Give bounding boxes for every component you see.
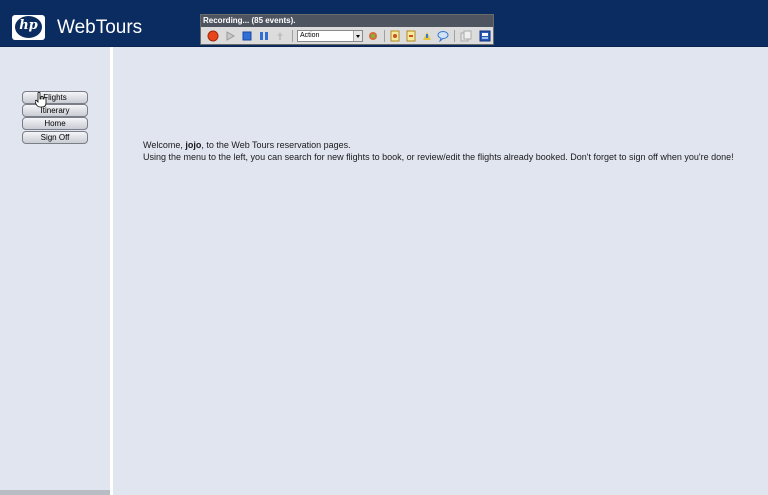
insert-icon[interactable] bbox=[274, 30, 286, 42]
welcome-message: Welcome, jojo, to the Web Tours reservat… bbox=[143, 139, 763, 163]
welcome-suffix: , to the Web Tours reservation pages. bbox=[201, 140, 351, 150]
insert-action-icon[interactable] bbox=[367, 30, 379, 42]
toolbar-separator bbox=[292, 30, 293, 42]
stop-icon[interactable] bbox=[241, 30, 253, 42]
record-icon[interactable] bbox=[207, 30, 219, 42]
recording-toolbar-buttons: Action bbox=[201, 28, 493, 45]
username: jojo bbox=[185, 140, 202, 150]
chevron-down-icon[interactable] bbox=[353, 31, 362, 41]
section-select-value: Action bbox=[300, 32, 320, 39]
nav-sign-off-button[interactable]: Sign Off bbox=[22, 131, 88, 144]
new-action-icon[interactable] bbox=[389, 30, 401, 42]
nav-flights-button[interactable]: Flights bbox=[22, 91, 88, 104]
navigation-sidebar: Flights Itinerary Home Sign Off bbox=[0, 47, 110, 495]
nav-home-button[interactable]: Home bbox=[22, 117, 88, 130]
comment-icon[interactable] bbox=[437, 30, 449, 42]
app-title: WebTours bbox=[57, 17, 143, 38]
settings-icon[interactable] bbox=[479, 30, 491, 42]
frame-divider[interactable] bbox=[110, 47, 113, 495]
end-transaction-icon[interactable] bbox=[421, 30, 433, 42]
welcome-prefix: Welcome, bbox=[143, 140, 186, 150]
play-icon[interactable] bbox=[224, 30, 236, 42]
section-select[interactable]: Action bbox=[297, 30, 363, 42]
instructions-text: Using the menu to the left, you can sear… bbox=[143, 152, 734, 162]
toolbar-separator bbox=[454, 30, 455, 42]
hp-logo: hp bbox=[12, 15, 45, 40]
welcome-line: Welcome, jojo, to the Web Tours reservat… bbox=[143, 139, 763, 151]
hand-pointer-icon bbox=[35, 92, 47, 108]
pause-icon[interactable] bbox=[258, 30, 270, 42]
hp-logo-text: hp bbox=[19, 18, 38, 33]
header-banner: hp WebTours Recording... (85 events). Ac… bbox=[0, 0, 768, 47]
start-transaction-icon[interactable] bbox=[405, 30, 417, 42]
recording-toolbar: Recording... (85 events). Action bbox=[200, 14, 494, 45]
status-strip bbox=[0, 490, 110, 495]
nav-itinerary-button[interactable]: Itinerary bbox=[22, 104, 88, 117]
copy-icon[interactable] bbox=[460, 30, 472, 42]
toolbar-separator bbox=[384, 30, 385, 42]
recording-status: Recording... (85 events). bbox=[201, 15, 493, 27]
